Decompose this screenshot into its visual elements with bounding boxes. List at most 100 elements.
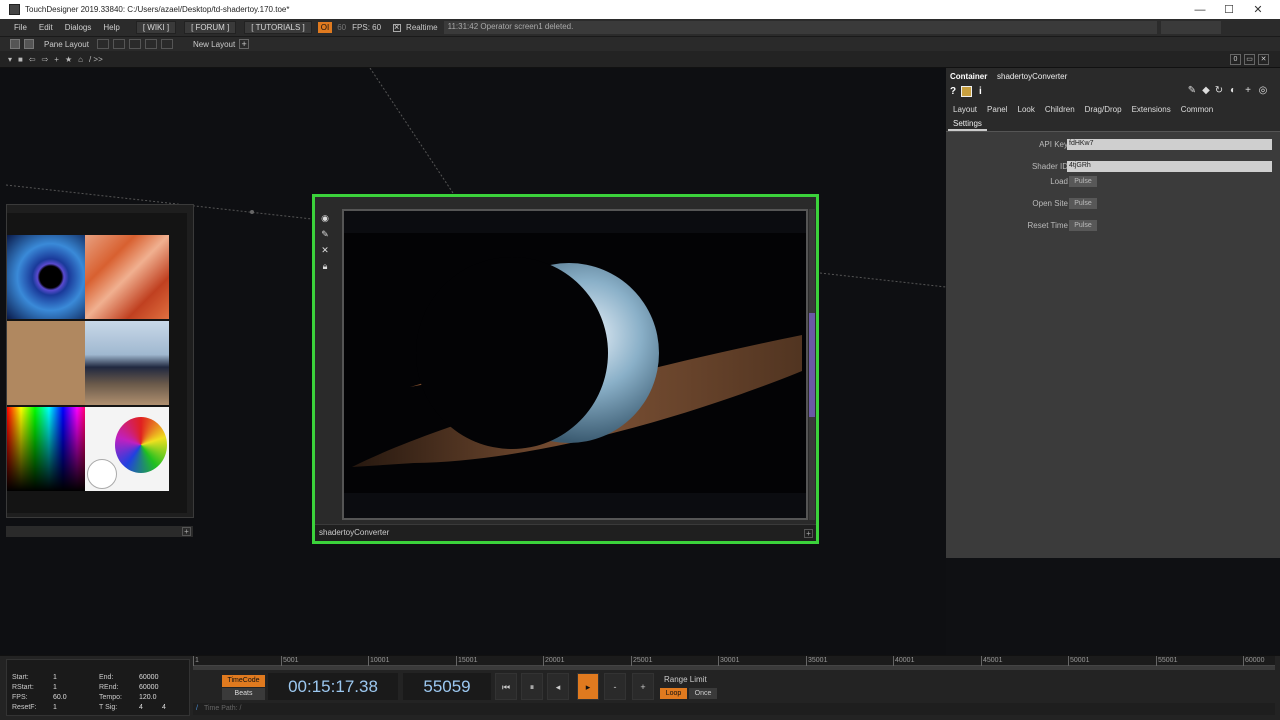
fps-value[interactable]: 60.0: [53, 694, 67, 701]
step-forward-button[interactable]: +: [632, 673, 654, 700]
tan-thumbnail[interactable]: [7, 321, 91, 405]
layout-grid-1-icon[interactable]: [96, 39, 109, 49]
tab-drag-drop[interactable]: Drag/Drop: [1080, 105, 1127, 114]
geodesic-thumbnail[interactable]: [85, 407, 169, 491]
pane-maximize-button[interactable]: ▭: [1244, 54, 1255, 65]
tsig-denominator[interactable]: 4: [162, 704, 166, 711]
pane-menu-icon[interactable]: [24, 39, 34, 49]
node-add-button[interactable]: +: [804, 529, 813, 538]
gallery-node[interactable]: [6, 204, 194, 518]
color-picker-thumbnail[interactable]: [7, 407, 91, 491]
help-icon[interactable]: ?: [950, 86, 956, 97]
add-param-icon[interactable]: +: [1243, 86, 1253, 96]
viewer-active-icon[interactable]: ◉: [319, 213, 331, 225]
time-path[interactable]: Time Path: /: [204, 705, 241, 712]
forward-icon[interactable]: ⇨: [42, 55, 49, 64]
oi-button[interactable]: OI: [317, 22, 333, 33]
minimize-button[interactable]: —: [1185, 0, 1215, 19]
menu-dialogs[interactable]: Dialogs: [59, 23, 98, 32]
reset-time-label: Reset Time: [1027, 221, 1068, 230]
pin-icon[interactable]: ✎: [319, 229, 331, 241]
pane-zero-button[interactable]: 0: [1230, 54, 1241, 65]
network-path[interactable]: / >>: [89, 55, 103, 64]
target-icon[interactable]: ◎: [1258, 86, 1268, 96]
pane-close-button[interactable]: ✕: [1258, 54, 1269, 65]
forum-button[interactable]: [ FORUM ]: [184, 21, 237, 34]
home-icon[interactable]: ⌂: [78, 55, 83, 64]
shader-viewer[interactable]: [342, 209, 808, 520]
info-icon[interactable]: i: [979, 86, 982, 97]
play-button[interactable]: ▸: [577, 673, 599, 700]
comment-icon[interactable]: ◆: [1201, 86, 1211, 96]
link-icon[interactable]: ↻: [1214, 86, 1224, 96]
blackhole-thumbnail[interactable]: [7, 235, 91, 319]
add-icon[interactable]: +: [54, 55, 59, 64]
rstart-value[interactable]: 1: [53, 684, 57, 691]
tab-panel[interactable]: Panel: [982, 105, 1012, 114]
edit-icon[interactable]: ✎: [1187, 86, 1197, 96]
maximize-button[interactable]: ☐: [1214, 0, 1244, 19]
loop-toggle[interactable]: Loop: [660, 688, 687, 699]
step-back-button[interactable]: -: [604, 673, 626, 700]
menu-edit[interactable]: Edit: [33, 23, 59, 32]
tutorials-button[interactable]: [ TUTORIALS ]: [244, 21, 312, 34]
timeline-ruler[interactable]: 1 5001 10001 15001 20001 25001 30001 35001 40001…: [193, 656, 1275, 666]
go-start-button[interactable]: ⏮: [495, 673, 517, 700]
small-sphere: [87, 459, 117, 489]
resetf-value[interactable]: 1: [53, 704, 57, 711]
pane-dropdown-icon[interactable]: ▾: [8, 55, 12, 64]
operator-name[interactable]: shadertoyConverter: [997, 72, 1067, 81]
fire-swirl-thumbnail[interactable]: [85, 235, 169, 319]
start-value[interactable]: 1: [53, 674, 57, 681]
layout-grid-3-icon[interactable]: [128, 39, 141, 49]
timeline-track[interactable]: [193, 666, 1275, 670]
reset-time-pulse-button[interactable]: Pulse: [1069, 220, 1097, 231]
end-value[interactable]: 60000: [139, 674, 158, 681]
back-icon[interactable]: ⇦: [29, 55, 36, 64]
new-layout-label[interactable]: New Layout: [193, 40, 235, 49]
tab-common[interactable]: Common: [1176, 105, 1218, 114]
gallery-add-button[interactable]: +: [182, 527, 191, 536]
beats-toggle[interactable]: Beats: [222, 688, 265, 700]
bypass-icon[interactable]: ✕: [319, 245, 331, 257]
viewer-scroll-thumb[interactable]: [809, 313, 815, 417]
play-reverse-button[interactable]: ◂: [547, 673, 569, 700]
python-help-icon[interactable]: [961, 86, 972, 97]
close-button[interactable]: ✕: [1243, 0, 1273, 19]
layout-grid-4-icon[interactable]: [144, 39, 157, 49]
layout-grid-5-icon[interactable]: [160, 39, 173, 49]
load-pulse-button[interactable]: Pulse: [1069, 176, 1097, 187]
menu-file[interactable]: File: [8, 23, 33, 32]
frame-display[interactable]: 55059: [403, 673, 491, 700]
sixty-button[interactable]: 60: [337, 23, 346, 32]
truck-thumbnail[interactable]: [85, 321, 169, 405]
shadertoy-converter-node[interactable]: ◉ ✎ ✕ 🔒︎ shadertoyConverter +: [312, 194, 819, 544]
layout-grid-2-icon[interactable]: [112, 39, 125, 49]
tab-layout[interactable]: Layout: [948, 105, 982, 114]
shader-id-field[interactable]: 4tjGRh: [1067, 161, 1272, 172]
wiki-button[interactable]: [ WIKI ]: [135, 21, 177, 34]
lock-icon[interactable]: 🔒︎: [319, 261, 331, 273]
tsig-numerator[interactable]: 4: [139, 704, 143, 711]
once-toggle[interactable]: Once: [689, 688, 717, 699]
add-layout-button[interactable]: +: [239, 39, 250, 49]
pause-button[interactable]: ⏸: [521, 673, 543, 700]
tab-children[interactable]: Children: [1040, 105, 1080, 114]
pane-split-icon[interactable]: [10, 39, 20, 49]
rend-value[interactable]: 60000: [139, 684, 158, 691]
star-icon[interactable]: ★: [65, 55, 72, 64]
tab-look[interactable]: Look: [1013, 105, 1040, 114]
tab-extensions[interactable]: Extensions: [1127, 105, 1176, 114]
menu-help[interactable]: Help: [97, 23, 125, 32]
realtime-checkbox[interactable]: [393, 22, 402, 32]
tab-settings[interactable]: Settings: [948, 118, 987, 131]
viewer-scrollbar[interactable]: [809, 209, 815, 520]
stop-icon[interactable]: ■: [18, 55, 23, 64]
python-icon[interactable]: ◐: [1228, 86, 1238, 96]
timecode-display[interactable]: 00:15:17.38: [268, 673, 398, 700]
api-key-field[interactable]: fdHKw7: [1067, 139, 1272, 150]
node-name[interactable]: shadertoyConverter: [319, 528, 389, 537]
tempo-value[interactable]: 120.0: [139, 694, 157, 701]
open-site-pulse-button[interactable]: Pulse: [1069, 198, 1097, 209]
timecode-toggle[interactable]: TimeCode: [222, 675, 265, 687]
